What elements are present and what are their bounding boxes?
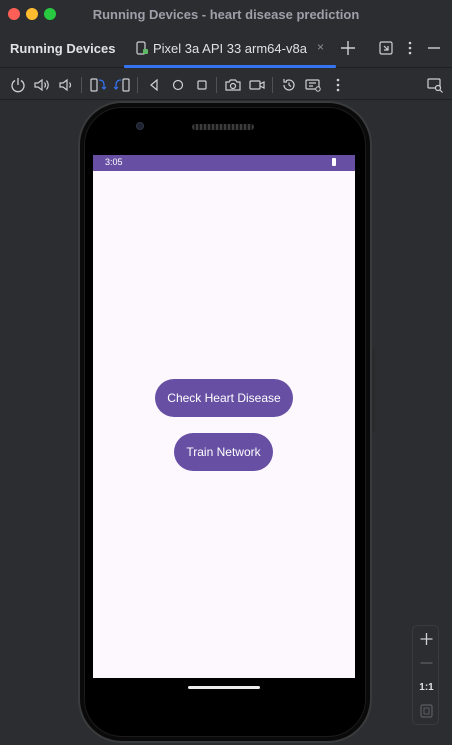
rotate-left-icon[interactable] <box>88 75 108 95</box>
zoom-out-icon[interactable] <box>413 652 440 674</box>
toolbar-separator <box>216 77 217 93</box>
camera-icon[interactable] <box>223 75 243 95</box>
device-toolbar <box>0 69 452 100</box>
tab-active-indicator <box>124 65 336 68</box>
earpiece-speaker <box>192 124 254 130</box>
panel-title: Running Devices <box>10 41 116 56</box>
video-icon[interactable] <box>247 75 267 95</box>
front-camera-icon <box>136 122 144 130</box>
toolbar-separator <box>81 77 82 93</box>
back-icon[interactable] <box>144 75 164 95</box>
toolbar-separator <box>272 77 273 93</box>
power-icon[interactable] <box>8 75 28 95</box>
snapshot-icon[interactable] <box>303 75 323 95</box>
tab-device[interactable]: Pixel 3a API 33 arm64-v8a × <box>124 28 336 68</box>
zoom-in-icon[interactable] <box>413 628 440 650</box>
gesture-handle[interactable] <box>188 686 260 689</box>
volume-up-icon[interactable] <box>32 75 52 95</box>
navigation-bar <box>93 678 355 698</box>
add-icon[interactable] <box>338 38 358 58</box>
tab-label: Pixel 3a API 33 arm64-v8a <box>153 41 307 56</box>
train-network-button[interactable]: Train Network <box>174 433 273 471</box>
zoom-actual-size-button[interactable]: 1:1 <box>413 676 440 698</box>
zoom-controls: 1:1 <box>412 625 439 725</box>
volume-key[interactable] <box>372 348 375 432</box>
toolbar-separator <box>137 77 138 93</box>
overview-icon[interactable] <box>192 75 212 95</box>
window-title: Running Devices - heart disease predicti… <box>92 7 360 22</box>
close-icon[interactable]: × <box>317 40 324 54</box>
check-heart-disease-button[interactable]: Check Heart Disease <box>155 379 293 417</box>
device-icon <box>136 41 148 55</box>
minimize-icon[interactable] <box>424 38 444 58</box>
device-screen[interactable]: 3:05 Check Heart Disease Train Network <box>93 155 355 678</box>
more-vertical-icon[interactable] <box>328 75 348 95</box>
restore-icon[interactable] <box>376 38 396 58</box>
reset-icon[interactable] <box>279 75 299 95</box>
battery-icon <box>332 158 336 166</box>
volume-down-icon[interactable] <box>56 75 76 95</box>
rotate-right-icon[interactable] <box>112 75 132 95</box>
window-titlebar: Running Devices - heart disease predicti… <box>0 0 452 28</box>
status-time: 3:05 <box>105 157 123 167</box>
inspect-icon[interactable] <box>425 75 445 95</box>
status-bar: 3:05 <box>93 155 355 171</box>
more-vertical-icon[interactable] <box>400 38 420 58</box>
tab-bar: Running Devices Pixel 3a API 33 arm64-v8… <box>0 28 452 68</box>
fit-screen-icon[interactable] <box>413 700 440 722</box>
home-icon[interactable] <box>168 75 188 95</box>
